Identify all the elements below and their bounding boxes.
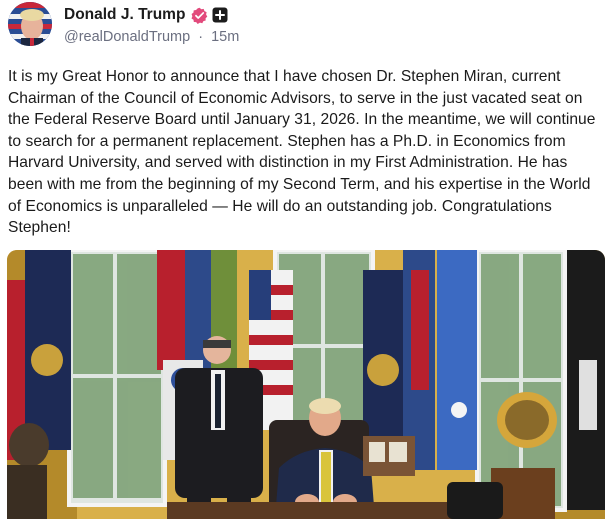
post-photo[interactable] [7, 250, 605, 519]
author-name[interactable]: Donald J. Trump [64, 6, 185, 24]
author-row: Donald J. Trump [64, 4, 228, 26]
handle-row: @realDonaldTrump · 15m [64, 29, 239, 45]
avatar[interactable] [8, 2, 52, 46]
separator-dot: · [198, 29, 204, 45]
author-handle[interactable]: @realDonaldTrump [64, 29, 190, 45]
plus-square-icon[interactable] [212, 7, 228, 23]
post-text: It is my Great Honor to announce that I … [8, 68, 596, 237]
post-time[interactable]: 15m [211, 29, 239, 45]
post-header: Donald J. Trump @realDonaldTrump · 15m [8, 2, 601, 48]
verified-badge-icon [191, 7, 208, 24]
